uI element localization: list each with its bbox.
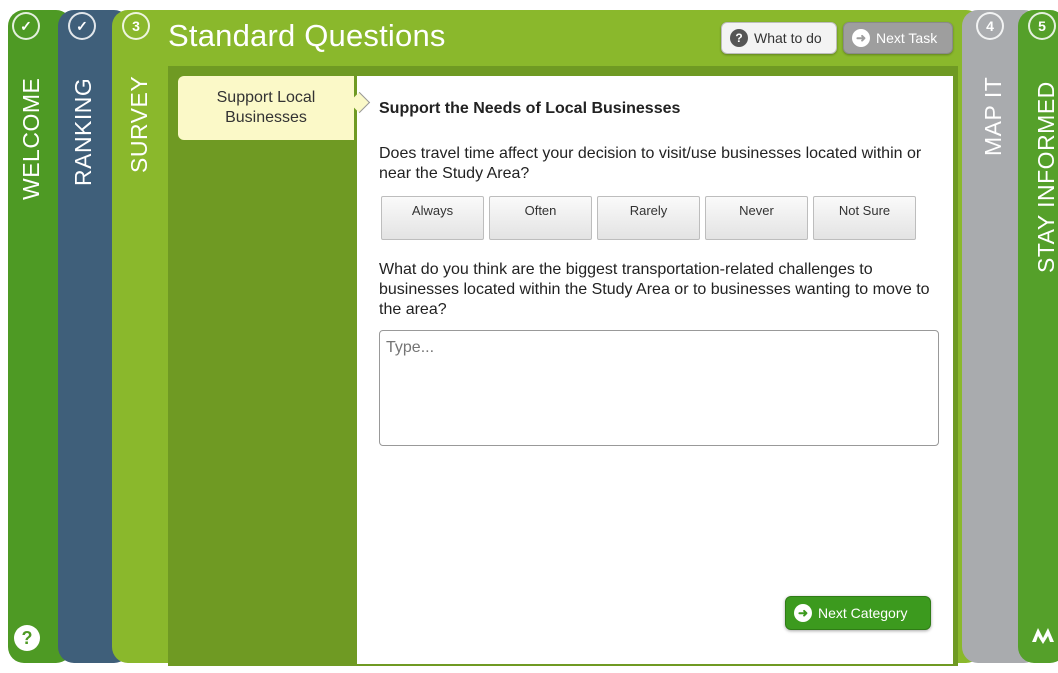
- next-task-label: Next Task: [876, 30, 938, 46]
- question-2-text: What do you think are the biggest transp…: [379, 261, 930, 318]
- option-not-sure-button[interactable]: Not Sure: [813, 196, 916, 240]
- brand-logo-icon: [1032, 628, 1054, 644]
- step-label-welcome[interactable]: WELCOME: [18, 78, 45, 200]
- question-icon: ?: [730, 29, 748, 47]
- next-category-button[interactable]: ➜ Next Category: [785, 596, 931, 630]
- option-rarely-button[interactable]: Rarely: [597, 196, 700, 240]
- step-ranking-check-icon[interactable]: ✓: [68, 12, 96, 40]
- option-never-button[interactable]: Never: [705, 196, 808, 240]
- next-category-label: Next Category: [818, 605, 908, 621]
- page-title: Standard Questions: [168, 18, 446, 53]
- step-label-map-it[interactable]: MAP IT: [980, 77, 1007, 156]
- what-to-do-label: What to do: [754, 30, 822, 46]
- category-tab-support-local-businesses[interactable]: Support Local Businesses: [178, 76, 354, 140]
- step-stay-informed-number[interactable]: 5: [1028, 12, 1056, 40]
- category-tab-label: Support Local Businesses: [216, 89, 316, 126]
- question-1-text: Does travel time affect your decision to…: [379, 145, 922, 182]
- step-label-stay-informed[interactable]: STAY INFORMED: [1033, 81, 1058, 273]
- what-to-do-button[interactable]: ? What to do: [721, 22, 837, 54]
- step-map-it-number[interactable]: 4: [976, 12, 1004, 40]
- step-survey-number: 3: [122, 12, 150, 40]
- next-task-button[interactable]: ➜ Next Task: [843, 22, 953, 54]
- step-label-survey: SURVEY: [126, 75, 152, 173]
- step-label-ranking[interactable]: RANKING: [70, 78, 97, 186]
- challenges-answer-field[interactable]: [379, 330, 939, 446]
- section-title: Support the Needs of Local Businesses: [379, 100, 681, 117]
- help-question-icon[interactable]: ?: [14, 625, 40, 651]
- question-card: Support the Needs of Local Businesses Do…: [357, 76, 953, 664]
- answer-options: Always Often Rarely Never Not Sure: [381, 196, 916, 240]
- step-welcome-check-icon[interactable]: ✓: [12, 12, 40, 40]
- arrow-right-icon: ➜: [852, 29, 870, 47]
- option-often-button[interactable]: Often: [489, 196, 592, 240]
- option-always-button[interactable]: Always: [381, 196, 484, 240]
- arrow-right-icon: ➜: [794, 604, 812, 622]
